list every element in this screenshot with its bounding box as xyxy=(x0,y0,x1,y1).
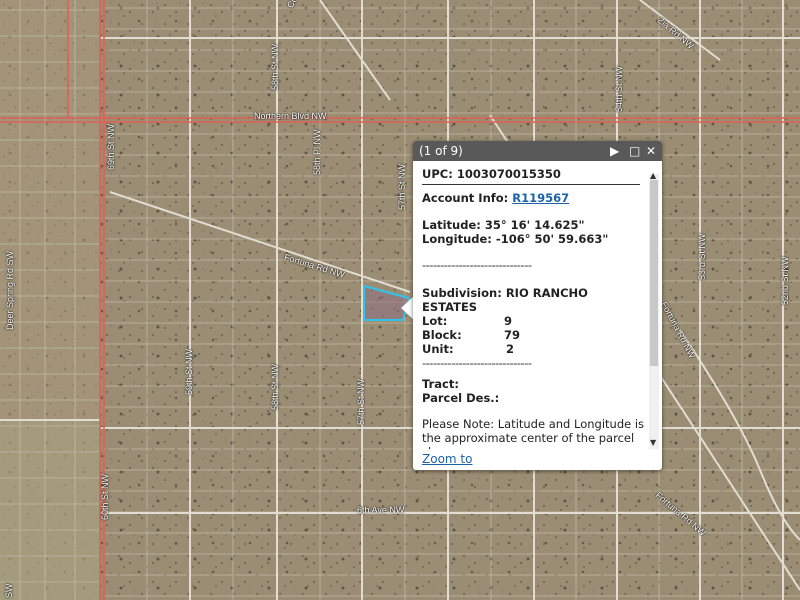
latitude-label: Latitude: xyxy=(422,218,481,232)
parcel-info-popup: (1 of 9) ▶ □ ✕ UPC: 1003070015350 Accoun… xyxy=(413,141,662,470)
account-link[interactable]: R119567 xyxy=(512,191,569,205)
scrollbar-thumb[interactable] xyxy=(650,180,658,366)
road-label: 59th St NW xyxy=(184,348,194,395)
road-label: 52nd St NW xyxy=(780,256,790,305)
map-view[interactable]: 69th St NW Northern Blvd NW 58th Pl NW 5… xyxy=(0,0,800,600)
block-label: Block: xyxy=(422,328,462,342)
subdivision-label: Subdivision: xyxy=(422,286,502,300)
scroll-down-icon[interactable]: ▼ xyxy=(650,438,656,447)
tract-label: Tract: xyxy=(422,377,459,391)
road-label: 57th St NW xyxy=(356,378,366,425)
popup-scrollbar[interactable]: ▲ ▼ xyxy=(649,171,659,449)
dashed-separator: ------------------------------ xyxy=(422,258,532,272)
block-value: 79 xyxy=(504,328,521,342)
unit-label: Unit: xyxy=(422,342,454,356)
upc-label: UPC: xyxy=(422,167,453,181)
note-text: Please Note: Latitude and Longitude is t… xyxy=(422,417,645,449)
road-label: 58th Pl NW xyxy=(312,129,322,175)
road-label: Northern Blvd NW xyxy=(254,111,327,121)
dashed-separator: ------------------------------ xyxy=(422,356,532,370)
unit-value: 2 xyxy=(506,342,515,356)
popup-content[interactable]: UPC: 1003070015350 Account Info: R119567… xyxy=(422,167,646,449)
scroll-up-icon[interactable]: ▲ xyxy=(650,171,656,180)
road-label: 58th St NW xyxy=(270,363,280,410)
road-label: 58th St NW xyxy=(270,43,280,90)
terrain-southwest xyxy=(0,420,100,600)
lot-value: 9 xyxy=(504,314,513,328)
longitude-value: -106° 50' 59.663" xyxy=(495,232,609,246)
road-label: 53rd St NW xyxy=(697,233,707,280)
road-label: 57th St NW xyxy=(397,163,407,210)
divider xyxy=(422,184,640,185)
zoom-to-link[interactable]: Zoom to xyxy=(422,452,472,466)
close-icon[interactable]: ✕ xyxy=(646,143,656,159)
road-label: SW xyxy=(4,583,14,599)
parcel-des-label: Parcel Des.: xyxy=(422,391,500,405)
road-label: 60th St NW xyxy=(100,473,110,520)
popup-pager: (1 of 9) xyxy=(419,144,463,158)
road-label: 69th St NW xyxy=(106,123,116,170)
maximize-icon[interactable]: □ xyxy=(629,143,640,159)
lot-label: Lot: xyxy=(422,314,448,328)
road-label: Deer Spring Rd SW xyxy=(5,250,15,330)
latitude-value: 35° 16' 14.625" xyxy=(484,218,585,232)
road-label: 54th St NW xyxy=(614,65,624,112)
popup-title-bar: (1 of 9) ▶ □ ✕ xyxy=(413,141,662,161)
longitude-label: Longitude: xyxy=(422,232,492,246)
upc-value: 1003070015350 xyxy=(456,167,561,181)
account-label: Account Info: xyxy=(422,191,509,205)
play-icon[interactable]: ▶ xyxy=(610,143,619,159)
road-label: 6th Ave NW xyxy=(357,505,405,515)
